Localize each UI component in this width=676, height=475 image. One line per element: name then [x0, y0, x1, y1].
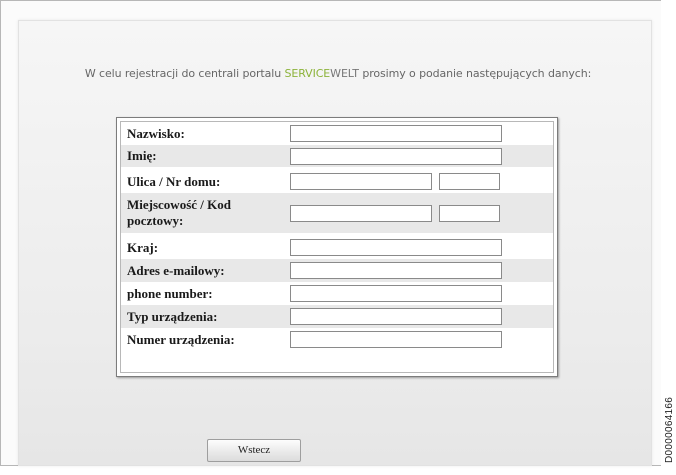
row-street: Ulica / Nr domu: — [121, 170, 553, 193]
intro-text: W celu rejestracji do centrali portalu S… — [0, 67, 676, 80]
device-type-input[interactable] — [290, 308, 502, 326]
brand-service: SERVICE — [284, 67, 331, 80]
house-number-input[interactable] — [439, 173, 500, 191]
label-device-number: Numer urządzenia: — [121, 328, 281, 351]
email-input[interactable] — [290, 262, 502, 280]
row-first-name: Imię: — [121, 145, 553, 167]
registration-table: Nazwisko: Imię: Ulica / Nr domu: Miejsco… — [121, 122, 553, 351]
row-city: Miejscowość / Kod pocztowy: — [121, 193, 553, 233]
intro-after: prosimy o podanie następujących danych: — [358, 67, 592, 80]
device-number-input[interactable] — [290, 331, 502, 349]
label-device-type: Typ urządzenia: — [121, 305, 281, 328]
row-phone: phone number: — [121, 282, 553, 305]
label-surname: Nazwisko: — [121, 122, 281, 145]
form-inner-border: Nazwisko: Imię: Ulica / Nr domu: Miejsco… — [120, 121, 554, 373]
row-surname: Nazwisko: — [121, 122, 553, 145]
postal-code-input[interactable] — [439, 204, 500, 222]
label-city: Miejscowość / Kod pocztowy: — [121, 193, 281, 233]
label-phone: phone number: — [121, 282, 281, 305]
label-first-name: Imię: — [121, 145, 281, 167]
row-email: Adres e-mailowy: — [121, 259, 553, 282]
label-country: Kraj: — [121, 236, 281, 259]
label-email: Adres e-mailowy: — [121, 259, 281, 282]
street-input[interactable] — [290, 173, 432, 191]
surname-input[interactable] — [290, 125, 502, 143]
row-country: Kraj: — [121, 236, 553, 259]
row-device-number: Numer urządzenia: — [121, 328, 553, 351]
city-input[interactable] — [290, 204, 432, 222]
row-device-type: Typ urządzenia: — [121, 305, 553, 328]
country-input[interactable] — [290, 239, 502, 257]
label-street: Ulica / Nr domu: — [121, 170, 281, 193]
first-name-input[interactable] — [290, 147, 502, 165]
back-button[interactable]: Wstecz — [207, 439, 301, 462]
brand-welt: WELT — [330, 67, 359, 80]
document-id: D0000064166 — [664, 396, 675, 463]
intro-before: W celu rejestracji do centrali portalu — [84, 67, 285, 80]
registration-form: Nazwisko: Imię: Ulica / Nr domu: Miejsco… — [116, 117, 558, 377]
phone-input[interactable] — [290, 285, 502, 303]
